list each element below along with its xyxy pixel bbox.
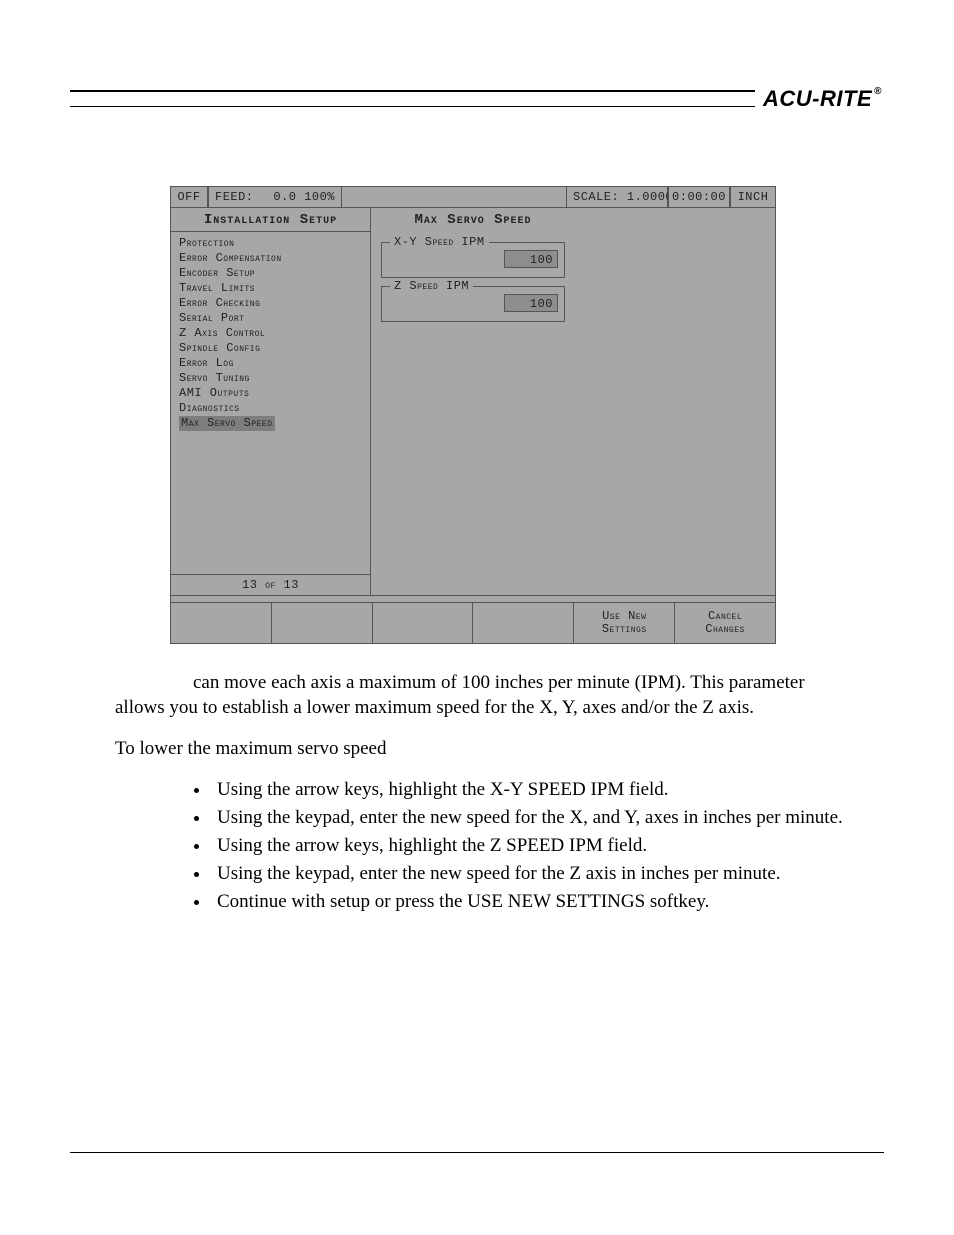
z-speed-fieldset: Z Speed IPM 100 [381,286,565,322]
brand-logo: ACU-RITE® [755,86,884,112]
crt-screenshot: OFF FEED: 0.0 100% SCALE: 1.0000 0:00:00… [170,186,776,644]
status-feed: FEED: 0.0 100% [208,186,342,208]
document-body: can move each axis a maximum of 100 inch… [115,670,854,917]
status-bar: OFF FEED: 0.0 100% SCALE: 1.0000 0:00:00… [170,186,776,208]
feed-value: 0.0 100% [273,190,335,204]
xy-speed-fieldset: X-Y Speed IPM 100 [381,242,565,278]
softkey-6[interactable]: Cancel Changes [675,603,775,643]
bullet-item: Using the arrow keys, highlight the X-Y … [211,777,854,802]
paragraph-1: can move each axis a maximum of 100 inch… [115,670,854,720]
list-item[interactable]: Diagnostics [179,401,364,416]
side-title: Installation Setup [171,208,370,232]
main-panel: Max Servo Speed X-Y Speed IPM 100 Z Spee… [371,208,775,595]
bullet-item: Using the keypad, enter the new speed fo… [211,861,854,886]
z-speed-label: Z Speed IPM [390,279,473,293]
bullet-item: Continue with setup or press the USE NEW… [211,889,854,914]
page: ACU-RITE® OFF FEED: 0.0 100% SCALE: 1.00… [0,0,954,1235]
list-item[interactable]: Spindle Config [179,341,364,356]
xy-speed-label: X-Y Speed IPM [390,235,489,249]
softkey-row: Use New SettingsCancel Changes [170,603,776,644]
status-unit: INCH [730,186,776,208]
side-counter: 13 of 13 [171,574,370,595]
feed-label: FEED: [215,190,254,204]
softkey-5[interactable]: Use New Settings [574,603,675,643]
list-item[interactable]: Encoder Setup [179,266,364,281]
list-item[interactable]: Max Servo Speed [179,416,364,431]
list-item[interactable]: Error Compensation [179,251,364,266]
bullet-item: Using the keypad, enter the new speed fo… [211,805,854,830]
list-item[interactable]: Error Checking [179,296,364,311]
registered-icon: ® [874,86,882,97]
list-item[interactable]: Servo Tuning [179,371,364,386]
z-speed-input[interactable]: 100 [504,294,558,312]
bullet-item: Using the arrow keys, highlight the Z SP… [211,833,854,858]
list-item[interactable]: Z Axis Control [179,326,364,341]
divider-strip [170,596,776,603]
footer-rule [70,1152,884,1153]
list-item[interactable]: Error Log [179,356,364,371]
softkey-2 [272,603,373,643]
softkey-4 [473,603,574,643]
status-blank [342,186,566,208]
status-scale: SCALE: 1.0000 [566,186,668,208]
list-item[interactable]: Serial Port [179,311,364,326]
bullet-list: Using the arrow keys, highlight the X-Y … [211,777,854,914]
list-item[interactable]: Protection [179,236,364,251]
list-item[interactable]: AMI Outputs [179,386,364,401]
xy-speed-input[interactable]: 100 [504,250,558,268]
status-off: OFF [170,186,208,208]
status-time: 0:00:00 [668,186,730,208]
paragraph-2: To lower the maximum servo speed [115,736,854,761]
side-list[interactable]: ProtectionError CompensationEncoder Setu… [171,232,370,574]
side-panel: Installation Setup ProtectionError Compe… [171,208,371,595]
softkey-3 [373,603,474,643]
brand-text: ACU-RITE [763,86,872,111]
list-item[interactable]: Travel Limits [179,281,364,296]
crt-body: Installation Setup ProtectionError Compe… [170,208,776,596]
main-title: Max Servo Speed [371,208,575,231]
softkey-1 [171,603,272,643]
